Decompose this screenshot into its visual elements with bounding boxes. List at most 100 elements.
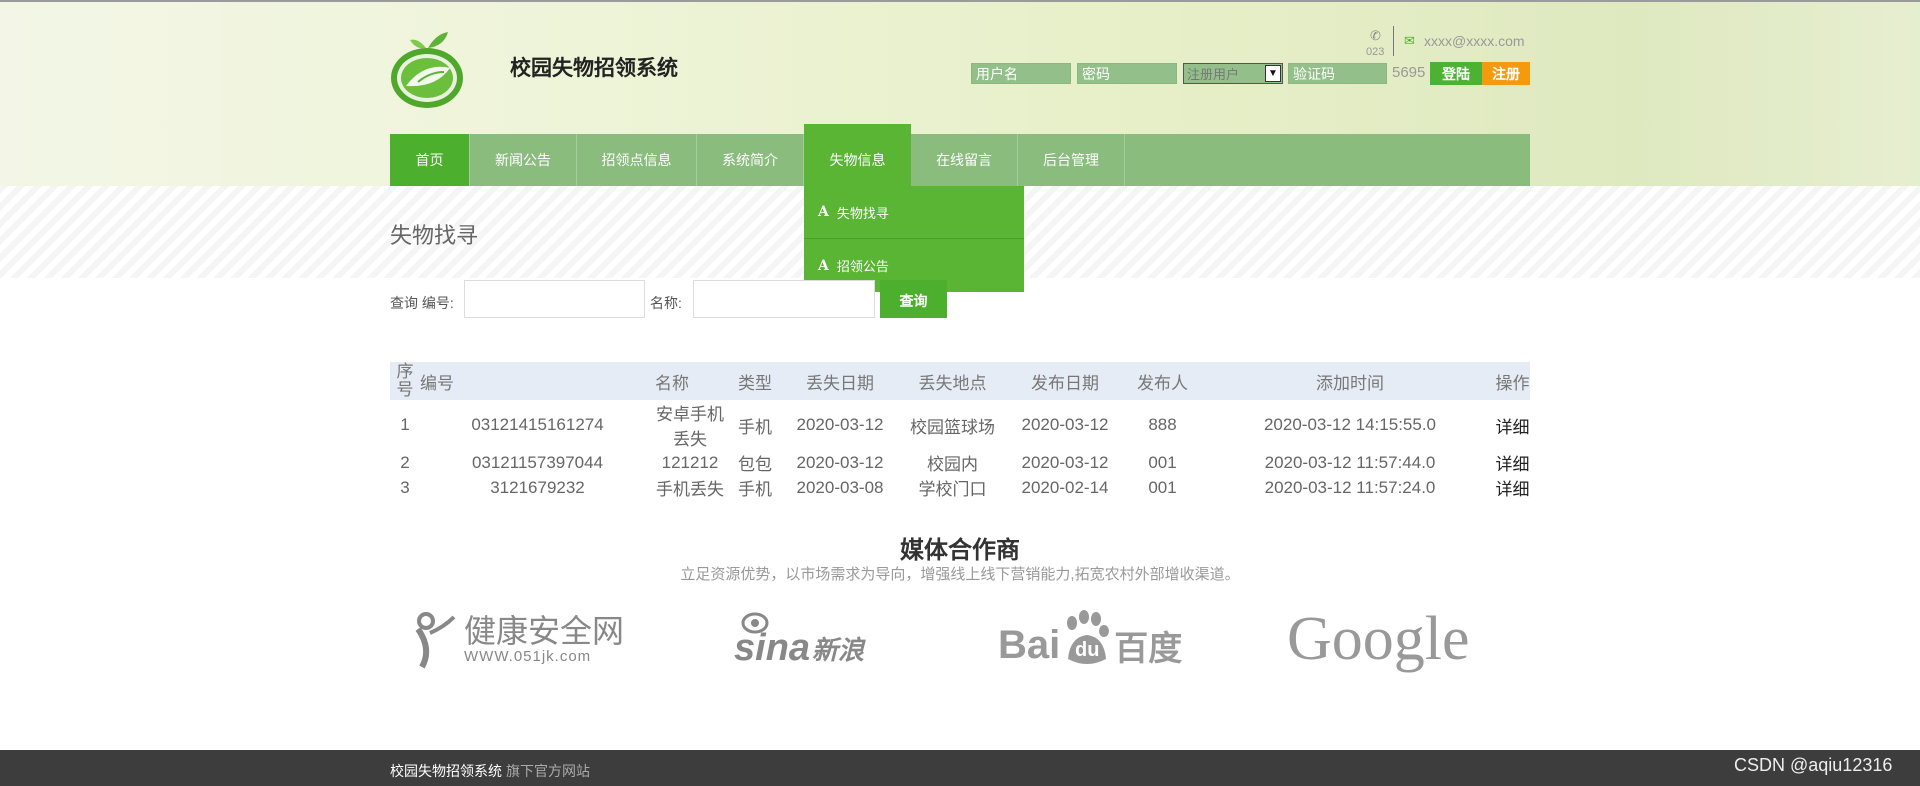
password-input[interactable]: [1077, 63, 1177, 84]
column-header: 操作: [1495, 362, 1530, 400]
watermark: CSDN @aqiu12316: [1734, 755, 1893, 775]
dropdown-item-label: 失物找寻: [836, 205, 889, 221]
cell-type: 包包: [738, 455, 772, 474]
partners-title: 媒体合作商: [900, 537, 1020, 564]
cell-publish-date: 2020-03-12: [1021, 452, 1109, 472]
cell-lost-place: 学校门口: [918, 480, 987, 499]
detail-link[interactable]: 详细: [1495, 450, 1530, 475]
cell-added-time: 2020-03-12 14:15:55.0: [1263, 415, 1437, 434]
nav-item-news[interactable]: 新闻公告: [470, 134, 577, 186]
partner-url: WWW.051jk.com: [464, 647, 592, 665]
contact-divider: [1393, 26, 1394, 56]
nav-item-claim-points[interactable]: 招领点信息: [577, 134, 697, 186]
search-name-label: 名称:: [650, 295, 682, 311]
search-id-label: 查询 编号:: [390, 295, 454, 311]
column-header: 发布日期: [1010, 362, 1120, 400]
cell-id: 03121157397044: [471, 452, 604, 472]
nav-item-lost-items[interactable]: 失物信息: [804, 124, 911, 186]
nav-item-guestbook[interactable]: 在线留言: [911, 134, 1018, 186]
partner-logo-baidu[interactable]: Bai du 百度: [998, 606, 1182, 672]
column-header: 名称: [655, 362, 725, 400]
column-header: 编号: [420, 362, 455, 400]
column-header: 丢失日期: [785, 362, 895, 400]
partner-logo-sina[interactable]: sina 新浪: [734, 606, 864, 672]
main-nav: 首页 新闻公告 招领点信息 系统简介 失物信息 在线留言 后台管理: [390, 124, 1530, 186]
partner-cn-name: 新浪: [812, 634, 865, 665]
username-input[interactable]: [971, 63, 1071, 84]
cell-publish-date: 2020-02-14: [1021, 477, 1109, 497]
partner-name: Google: [1287, 604, 1470, 673]
register-button[interactable]: 注册: [1482, 62, 1530, 85]
table-row: 3 3121679232 手机丢失 手机 2020-03-08 学校门口 202…: [390, 475, 1530, 500]
detail-link[interactable]: 详细: [1495, 400, 1530, 450]
role-select[interactable]: 注册用户 ▼: [1183, 63, 1283, 84]
cell-publisher: 888: [1148, 415, 1177, 434]
footer-subtitle: 旗下官方网站: [506, 763, 590, 779]
cell-lost-date: 2020-03-08: [796, 477, 884, 497]
cell-type: 手机: [738, 417, 772, 437]
sina-eye-icon: [741, 612, 769, 634]
lost-items-table: 序号 编号 名称 类型 丢失日期 丢失地点 发布日期 发布人 添加时间 操作 1…: [390, 362, 1530, 500]
table-row: 2 03121157397044 121212 包包 2020-03-12 校园…: [390, 450, 1530, 475]
page-title: 失物找寻: [390, 223, 479, 248]
table-header-row: 序号 编号 名称 类型 丢失日期 丢失地点 发布日期 发布人 添加时间 操作: [390, 362, 1530, 400]
cell-name: 手机丢失: [656, 480, 724, 499]
mail-icon: ✉: [1404, 33, 1415, 48]
cell-seq: 2: [400, 452, 410, 472]
cell-lost-date: 2020-03-12: [796, 452, 884, 472]
partner-name: 健康安全网: [464, 612, 625, 649]
column-header: 类型: [725, 362, 785, 400]
table-row: 1 03121415161274 安卓手机丢失 手机 2020-03-12 校园…: [390, 400, 1530, 450]
column-header: [455, 362, 655, 400]
site-logo-icon[interactable]: [388, 26, 466, 110]
footer: [0, 750, 1920, 786]
search-name-input[interactable]: [693, 280, 875, 318]
cell-publisher: 001: [1148, 477, 1177, 497]
nav-item-home[interactable]: 首页: [390, 134, 470, 186]
baidu-paw-icon: du: [1060, 609, 1114, 669]
detail-link[interactable]: 详细: [1495, 475, 1530, 500]
partner-logo-jiankang[interactable]: 健康安全网 WWW.051jk.com: [410, 606, 624, 672]
cell-type: 手机: [738, 480, 772, 499]
footer-site-name[interactable]: 校园失物招领系统: [390, 761, 502, 781]
cell-publisher: 001: [1148, 452, 1177, 472]
cell-lost-place: 校园篮球场: [910, 417, 995, 437]
search-button[interactable]: 查询: [880, 280, 947, 318]
letter-a-icon: A: [818, 257, 829, 274]
cell-name: 121212: [661, 452, 719, 472]
cell-name: 安卓手机丢失: [656, 405, 724, 449]
lost-items-dropdown: A 失物找寻 A 招领公告: [804, 186, 1024, 292]
partner-name: Bai: [998, 622, 1061, 667]
nav-item-admin[interactable]: 后台管理: [1018, 134, 1125, 186]
baidu-du-text: du: [1075, 638, 1100, 661]
cell-lost-place: 校园内: [927, 455, 978, 474]
cell-added-time: 2020-03-12 11:57:24.0: [1264, 477, 1436, 497]
login-button[interactable]: 登陆: [1430, 62, 1482, 85]
phone-number: 023: [1366, 46, 1385, 58]
column-header: 序号: [390, 362, 420, 400]
phone-icon: ✆: [1370, 28, 1381, 43]
site-title: 校园失物招领系统: [510, 57, 678, 80]
nav-item-system-intro[interactable]: 系统简介: [697, 134, 804, 186]
partner-logo-google[interactable]: Google: [1287, 604, 1470, 673]
cell-publish-date: 2020-03-12: [1021, 415, 1109, 434]
letter-a-icon: A: [818, 204, 829, 220]
dropdown-item-lost-search[interactable]: A 失物找寻: [804, 186, 1024, 239]
search-id-input[interactable]: [464, 280, 645, 318]
column-header: 添加时间: [1205, 362, 1495, 400]
cell-seq: 1: [400, 415, 410, 434]
cell-id: 03121415161274: [471, 415, 604, 434]
captcha-input[interactable]: [1288, 63, 1387, 84]
contact-email[interactable]: xxxx@xxxx.com: [1424, 33, 1525, 49]
role-select-value: 注册用户: [1187, 67, 1240, 82]
partner-cn-name: 百度: [1114, 629, 1183, 668]
partners-subtitle: 立足资源优势，以市场需求为导向，增强线上线下营销能力,拓宽农村外部增收渠道。: [680, 566, 1240, 583]
column-header: 发布人: [1120, 362, 1205, 400]
cell-added-time: 2020-03-12 11:57:44.0: [1264, 452, 1436, 472]
cell-seq: 3: [400, 477, 410, 497]
dropdown-item-label: 招领公告: [836, 259, 889, 274]
cell-lost-date: 2020-03-12: [796, 415, 884, 434]
captcha-code[interactable]: 5695: [1392, 64, 1425, 81]
column-header: 丢失地点: [895, 362, 1010, 400]
chevron-down-icon: ▼: [1265, 65, 1281, 82]
